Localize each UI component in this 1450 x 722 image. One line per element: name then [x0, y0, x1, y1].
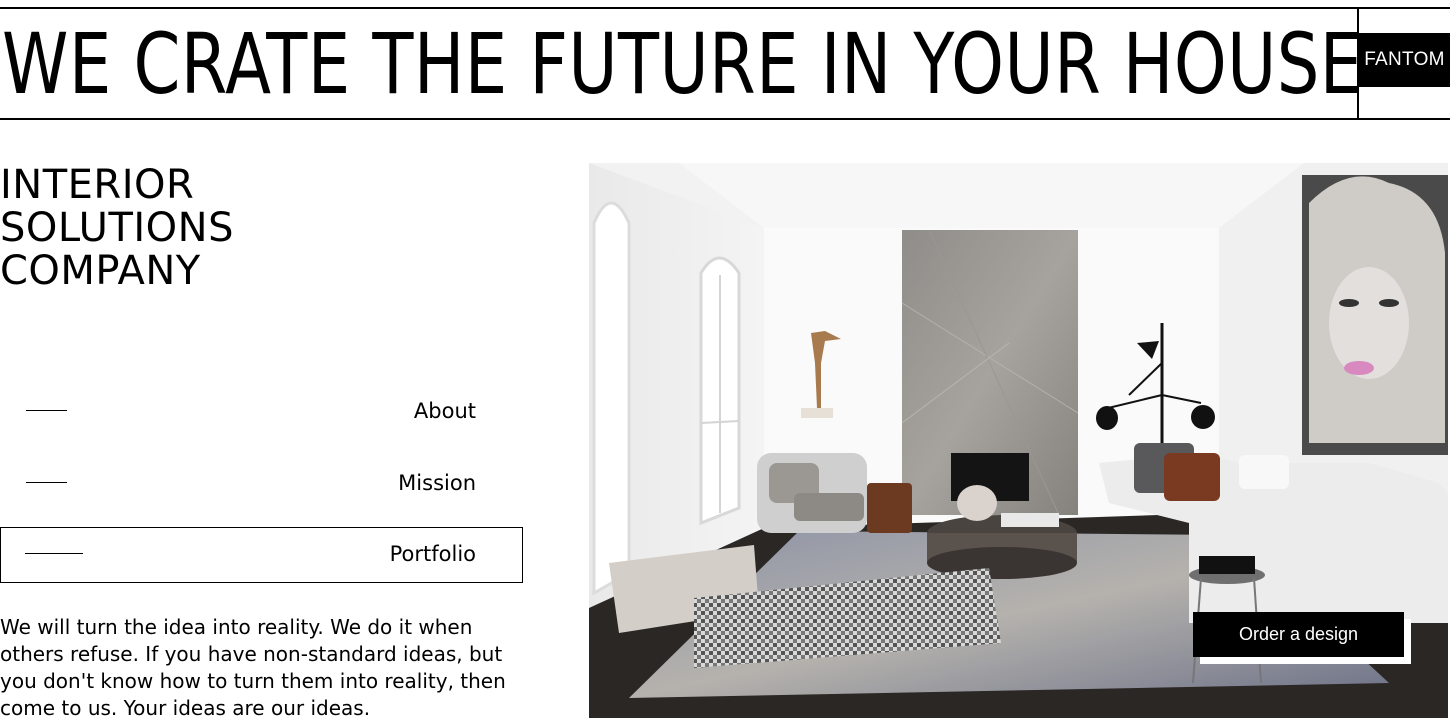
dash-line-icon: [26, 482, 67, 483]
dash-line-icon: [26, 410, 67, 411]
section-nav: About Mission Portfolio: [0, 383, 523, 599]
site-header: WE CRATE THE FUTURE IN YOUR HOUSE FANTOM: [0, 7, 1450, 120]
nav-item-label: About: [413, 399, 476, 423]
company-description: We will turn the idea into reality. We d…: [0, 615, 506, 720]
nav-item-portfolio[interactable]: Portfolio: [0, 527, 523, 583]
dash-line-icon: [25, 553, 83, 554]
company-title-line: COMPANY: [0, 248, 201, 294]
company-title: INTERIOR SOLUTIONS COMPANY: [0, 164, 234, 293]
company-title-line: INTERIOR: [0, 162, 195, 208]
nav-item-mission[interactable]: Mission: [0, 455, 523, 511]
nav-item-about[interactable]: About: [0, 383, 523, 439]
brand-logo[interactable]: FANTOM: [1359, 33, 1450, 87]
brand-cell: FANTOM: [1357, 7, 1450, 120]
nav-item-label: Portfolio: [389, 542, 476, 566]
nav-item-label: Mission: [398, 471, 476, 495]
order-design-button[interactable]: Order a design: [1193, 612, 1404, 657]
company-title-line: SOLUTIONS: [0, 205, 234, 251]
page-headline: WE CRATE THE FUTURE IN YOUR HOUSE: [2, 15, 1363, 113]
